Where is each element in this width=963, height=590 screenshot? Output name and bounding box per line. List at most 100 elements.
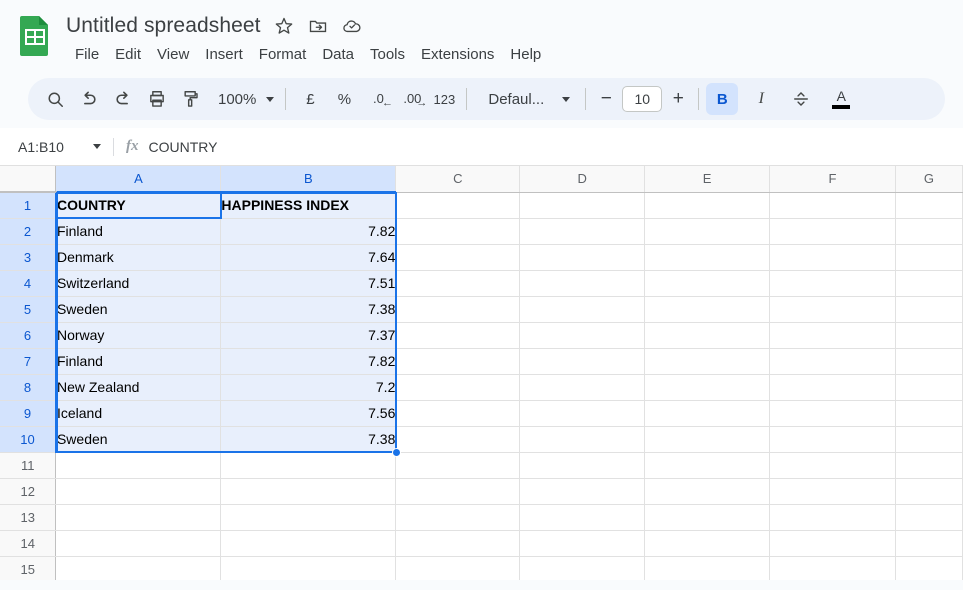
cell-d8[interactable] <box>519 374 646 401</box>
cell-d9[interactable] <box>519 400 646 427</box>
row-header-14[interactable]: 14 <box>0 530 57 557</box>
cell-b6[interactable]: 7.37 <box>220 322 397 349</box>
row-header-13[interactable]: 13 <box>0 504 57 531</box>
cell-b7[interactable]: 7.82 <box>220 348 397 375</box>
cell-c2[interactable] <box>395 218 521 245</box>
cell-e1[interactable] <box>644 192 771 219</box>
cell-d2[interactable] <box>519 218 646 245</box>
cell-a15[interactable] <box>55 556 222 580</box>
cell-f14[interactable] <box>769 530 896 557</box>
cell-c12[interactable] <box>395 478 521 505</box>
cell-a6[interactable]: Norway <box>55 322 222 349</box>
cell-c7[interactable] <box>395 348 521 375</box>
cell-g11[interactable] <box>895 452 963 479</box>
cell-f13[interactable] <box>769 504 896 531</box>
cell-g12[interactable] <box>895 478 963 505</box>
cell-d1[interactable] <box>519 192 646 219</box>
column-header-g[interactable]: G <box>895 166 963 193</box>
menu-format[interactable]: Format <box>251 43 315 66</box>
cell-f2[interactable] <box>769 218 896 245</box>
paint-format-icon[interactable] <box>174 82 208 116</box>
cell-b14[interactable] <box>220 530 397 557</box>
cell-e4[interactable] <box>644 270 771 297</box>
column-header-c[interactable]: C <box>395 166 521 193</box>
cell-f11[interactable] <box>769 452 896 479</box>
menu-tools[interactable]: Tools <box>362 43 413 66</box>
cell-f15[interactable] <box>769 556 896 580</box>
cell-d12[interactable] <box>519 478 646 505</box>
cell-b4[interactable]: 7.51 <box>220 270 397 297</box>
text-color-icon[interactable]: A <box>824 82 858 116</box>
cell-b11[interactable] <box>220 452 397 479</box>
cell-g5[interactable] <box>895 296 963 323</box>
cell-f6[interactable] <box>769 322 896 349</box>
cell-b5[interactable]: 7.38 <box>220 296 397 323</box>
number-format-button[interactable]: 123 <box>429 82 459 116</box>
cell-d6[interactable] <box>519 322 646 349</box>
cell-b8[interactable]: 7.2 <box>220 374 397 401</box>
cell-g8[interactable] <box>895 374 963 401</box>
cell-b12[interactable] <box>220 478 397 505</box>
currency-format-button[interactable]: £ <box>293 82 327 116</box>
row-header-12[interactable]: 12 <box>0 478 57 505</box>
formula-input[interactable]: COUNTRY <box>149 139 963 155</box>
cloud-saved-icon[interactable] <box>335 11 369 41</box>
row-header-11[interactable]: 11 <box>0 452 57 479</box>
cell-b13[interactable] <box>220 504 397 531</box>
cell-e6[interactable] <box>644 322 771 349</box>
fill-handle[interactable] <box>392 448 401 457</box>
cell-e12[interactable] <box>644 478 771 505</box>
cell-d13[interactable] <box>519 504 646 531</box>
document-title[interactable]: Untitled spreadsheet <box>66 14 267 38</box>
star-icon[interactable] <box>267 11 301 41</box>
cell-b9[interactable]: 7.56 <box>220 400 397 427</box>
cell-e10[interactable] <box>644 426 771 453</box>
cell-g2[interactable] <box>895 218 963 245</box>
cell-c10[interactable] <box>395 426 521 453</box>
cell-d14[interactable] <box>519 530 646 557</box>
cell-g14[interactable] <box>895 530 963 557</box>
row-header-1[interactable]: 1 <box>0 192 57 219</box>
cell-b1[interactable]: HAPPINESS INDEX <box>220 192 397 219</box>
cell-b10[interactable]: 7.38 <box>220 426 397 453</box>
cell-e11[interactable] <box>644 452 771 479</box>
row-header-9[interactable]: 9 <box>0 400 57 427</box>
cell-e8[interactable] <box>644 374 771 401</box>
cell-c6[interactable] <box>395 322 521 349</box>
cell-a12[interactable] <box>55 478 222 505</box>
cell-d15[interactable] <box>519 556 646 580</box>
zoom-control[interactable]: 100% <box>208 91 278 108</box>
name-box[interactable]: A1:B10 <box>4 139 109 155</box>
row-header-3[interactable]: 3 <box>0 244 57 271</box>
cell-g3[interactable] <box>895 244 963 271</box>
cell-c8[interactable] <box>395 374 521 401</box>
cell-f4[interactable] <box>769 270 896 297</box>
cell-e5[interactable] <box>644 296 771 323</box>
menu-insert[interactable]: Insert <box>197 43 251 66</box>
cell-a9[interactable]: Iceland <box>55 400 222 427</box>
cell-c13[interactable] <box>395 504 521 531</box>
cell-a8[interactable]: New Zealand <box>55 374 222 401</box>
font-family-dropdown[interactable]: Defaul... <box>474 91 578 108</box>
cell-a3[interactable]: Denmark <box>55 244 222 271</box>
cell-c14[interactable] <box>395 530 521 557</box>
cell-f9[interactable] <box>769 400 896 427</box>
row-header-8[interactable]: 8 <box>0 374 57 401</box>
cell-d3[interactable] <box>519 244 646 271</box>
cell-d10[interactable] <box>519 426 646 453</box>
menu-view[interactable]: View <box>149 43 197 66</box>
cell-a10[interactable]: Sweden <box>55 426 222 453</box>
percent-format-button[interactable]: % <box>327 82 361 116</box>
row-header-7[interactable]: 7 <box>0 348 57 375</box>
cell-a14[interactable] <box>55 530 222 557</box>
print-icon[interactable] <box>140 82 174 116</box>
cell-f7[interactable] <box>769 348 896 375</box>
cell-d11[interactable] <box>519 452 646 479</box>
cell-a11[interactable] <box>55 452 222 479</box>
cell-e3[interactable] <box>644 244 771 271</box>
cell-f3[interactable] <box>769 244 896 271</box>
cell-b2[interactable]: 7.82 <box>220 218 397 245</box>
column-header-f[interactable]: F <box>769 166 896 193</box>
menu-extensions[interactable]: Extensions <box>413 43 502 66</box>
cell-c5[interactable] <box>395 296 521 323</box>
